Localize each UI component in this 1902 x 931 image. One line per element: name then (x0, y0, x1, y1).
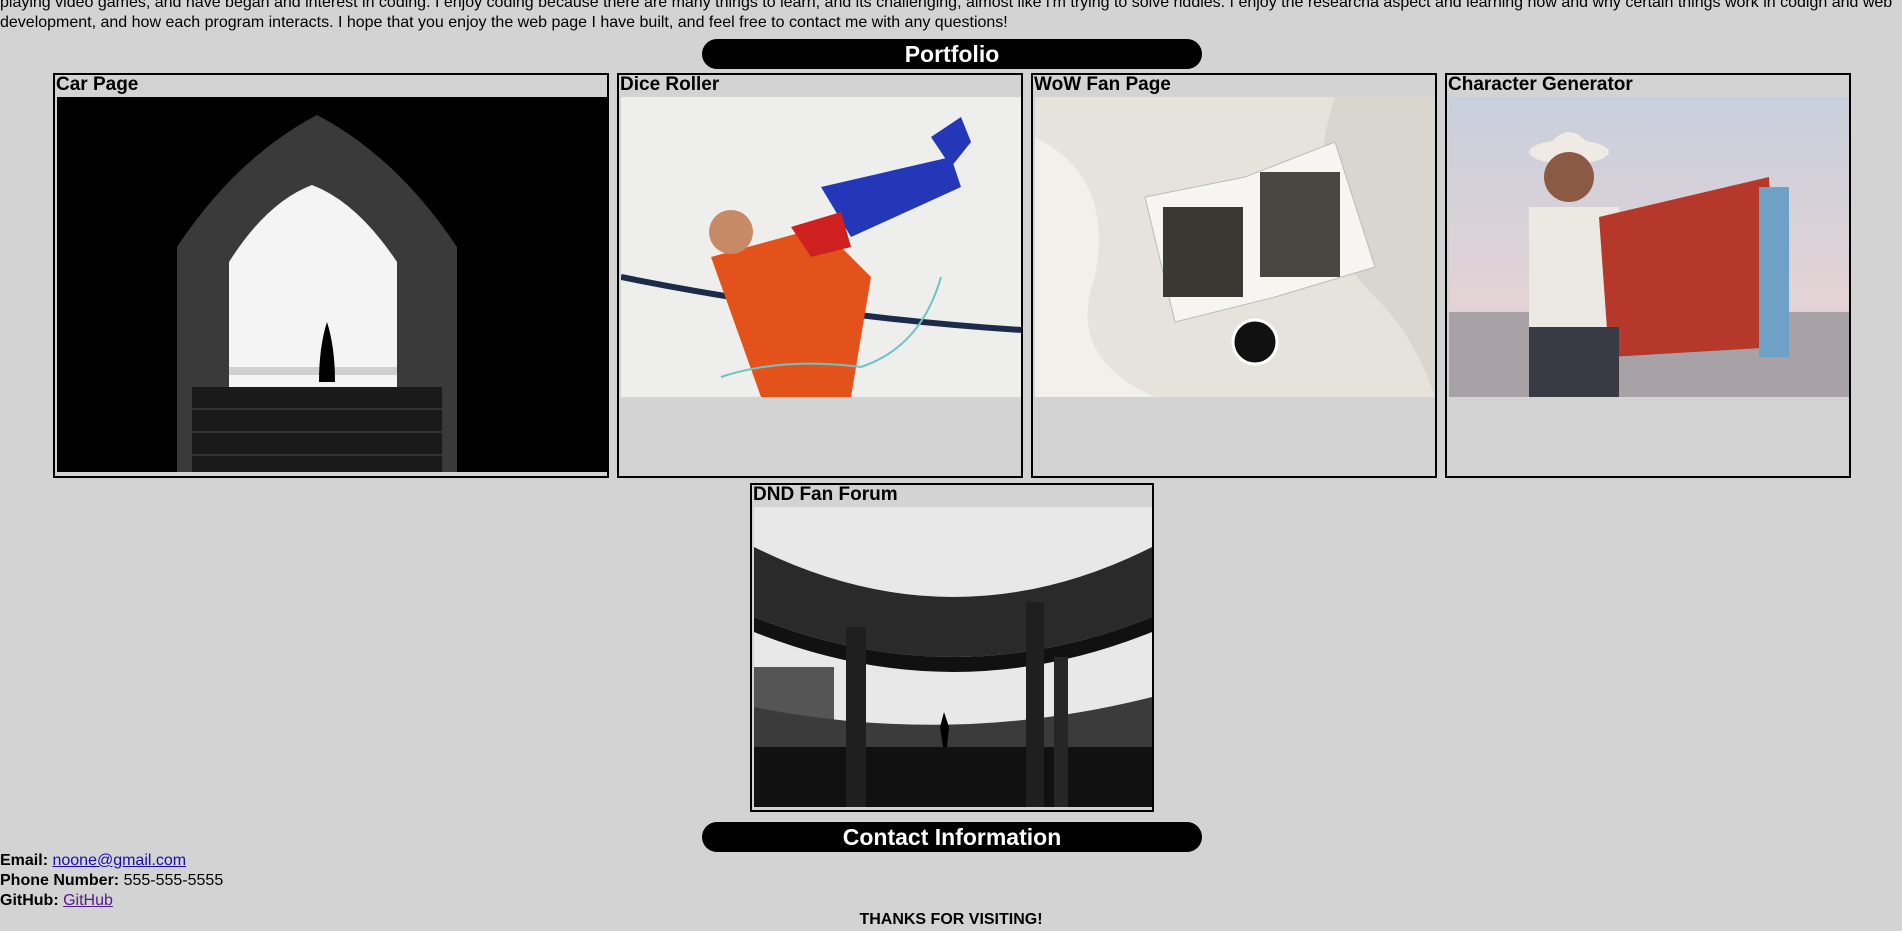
dnd-fan-forum-image (754, 507, 1152, 807)
thanks-message: THANKS FOR VISITING! (859, 911, 1043, 928)
car-page-image (57, 97, 607, 472)
wow-fan-page-image (1035, 97, 1435, 397)
dice-roller-image (621, 97, 1021, 397)
email-row: Email: noone@gmail.com (0, 851, 186, 871)
phone-row: Phone Number: 555-555-5555 (0, 871, 223, 891)
card-title: Character Generator (1448, 74, 1633, 95)
phone-value: 555-555-5555 (123, 872, 224, 889)
contact-heading: Contact Information (702, 822, 1202, 852)
card-title: Car Page (56, 74, 139, 95)
github-label: GitHub: (0, 892, 59, 909)
github-link[interactable]: GitHub (63, 892, 113, 909)
character-generator-image (1449, 97, 1849, 397)
card-title: WoW Fan Page (1034, 74, 1171, 95)
portfolio-card-dnd-fan-forum[interactable]: DND Fan Forum (750, 483, 1154, 812)
portfolio-card-dice-roller[interactable]: Dice Roller (617, 73, 1023, 478)
portfolio-heading: Portfolio (702, 39, 1202, 69)
card-title: Dice Roller (620, 74, 720, 95)
email-link[interactable]: noone@gmail.com (52, 852, 186, 869)
intro-paragraph: playing video games, and have began and … (0, 0, 1893, 31)
card-title: DND Fan Forum (753, 484, 898, 505)
email-label: Email: (0, 852, 49, 869)
phone-label: Phone Number: (0, 872, 120, 889)
portfolio-card-car-page[interactable]: Car Page (53, 73, 609, 478)
portfolio-card-wow-fan-page[interactable]: WoW Fan Page (1031, 73, 1437, 478)
portfolio-card-character-generator[interactable]: Character Generator (1445, 73, 1851, 478)
github-row: GitHub: GitHub (0, 891, 113, 911)
